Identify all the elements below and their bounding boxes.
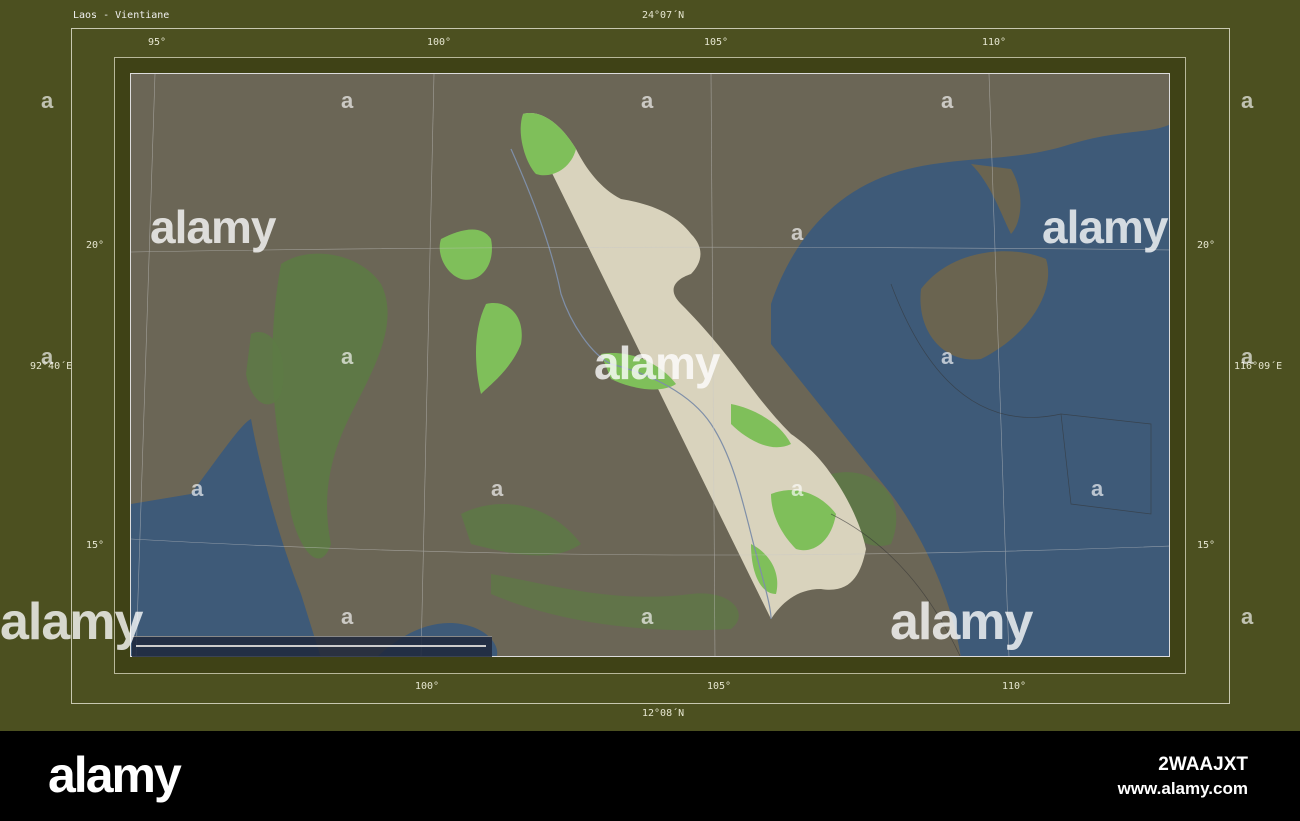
watermark-letter: a <box>791 220 804 245</box>
site-url: www.alamy.com <box>1117 779 1248 798</box>
watermark-letter: a <box>341 88 354 113</box>
lon-tick-top: 105° <box>704 37 729 48</box>
watermark: alamy <box>1042 201 1168 253</box>
watermark: alamy <box>0 593 143 651</box>
watermark: alamy <box>890 593 1033 651</box>
watermark-letter: a <box>1091 476 1104 501</box>
watermark-letter: a <box>341 604 354 629</box>
top-latitude-label: 24°07´N <box>642 10 685 21</box>
scale-bar <box>132 636 492 657</box>
lat-tick-left: 15° <box>86 540 105 551</box>
watermark-letter: a <box>941 344 954 369</box>
footer-bar <box>0 731 1300 821</box>
watermark: alamy <box>594 337 720 389</box>
lon-tick-bottom: 105° <box>707 681 732 692</box>
watermark-letter: a <box>791 476 804 501</box>
watermark-letter: a <box>941 88 954 113</box>
watermark: alamy <box>150 201 276 253</box>
lon-tick-top: 95° <box>148 37 167 48</box>
lon-tick-top: 100° <box>427 37 452 48</box>
watermark-letter: a <box>1241 344 1254 369</box>
watermark-letter: a <box>1241 604 1254 629</box>
lon-tick-bottom: 110° <box>1002 681 1027 692</box>
map-title: Laos - Vientiane <box>73 10 170 21</box>
watermark-letter: a <box>641 88 654 113</box>
lon-tick-top: 110° <box>982 37 1007 48</box>
watermark-letter: a <box>491 476 504 501</box>
watermark-letter: a <box>41 88 54 113</box>
watermark-letter: a <box>641 604 654 629</box>
watermark-letter: a <box>1241 88 1254 113</box>
watermark-letter: a <box>41 344 54 369</box>
lon-tick-bottom: 100° <box>415 681 440 692</box>
lat-tick-right: 15° <box>1197 540 1216 551</box>
watermark-letter: a <box>191 476 204 501</box>
watermark-letter: a <box>341 344 354 369</box>
bottom-latitude-label: 12°08´N <box>642 708 685 719</box>
image-id: 2WAAJXT <box>1158 754 1248 775</box>
lat-tick-right: 20° <box>1197 240 1216 251</box>
lat-tick-left: 20° <box>86 240 105 251</box>
brand-logo: alamy <box>48 747 182 803</box>
